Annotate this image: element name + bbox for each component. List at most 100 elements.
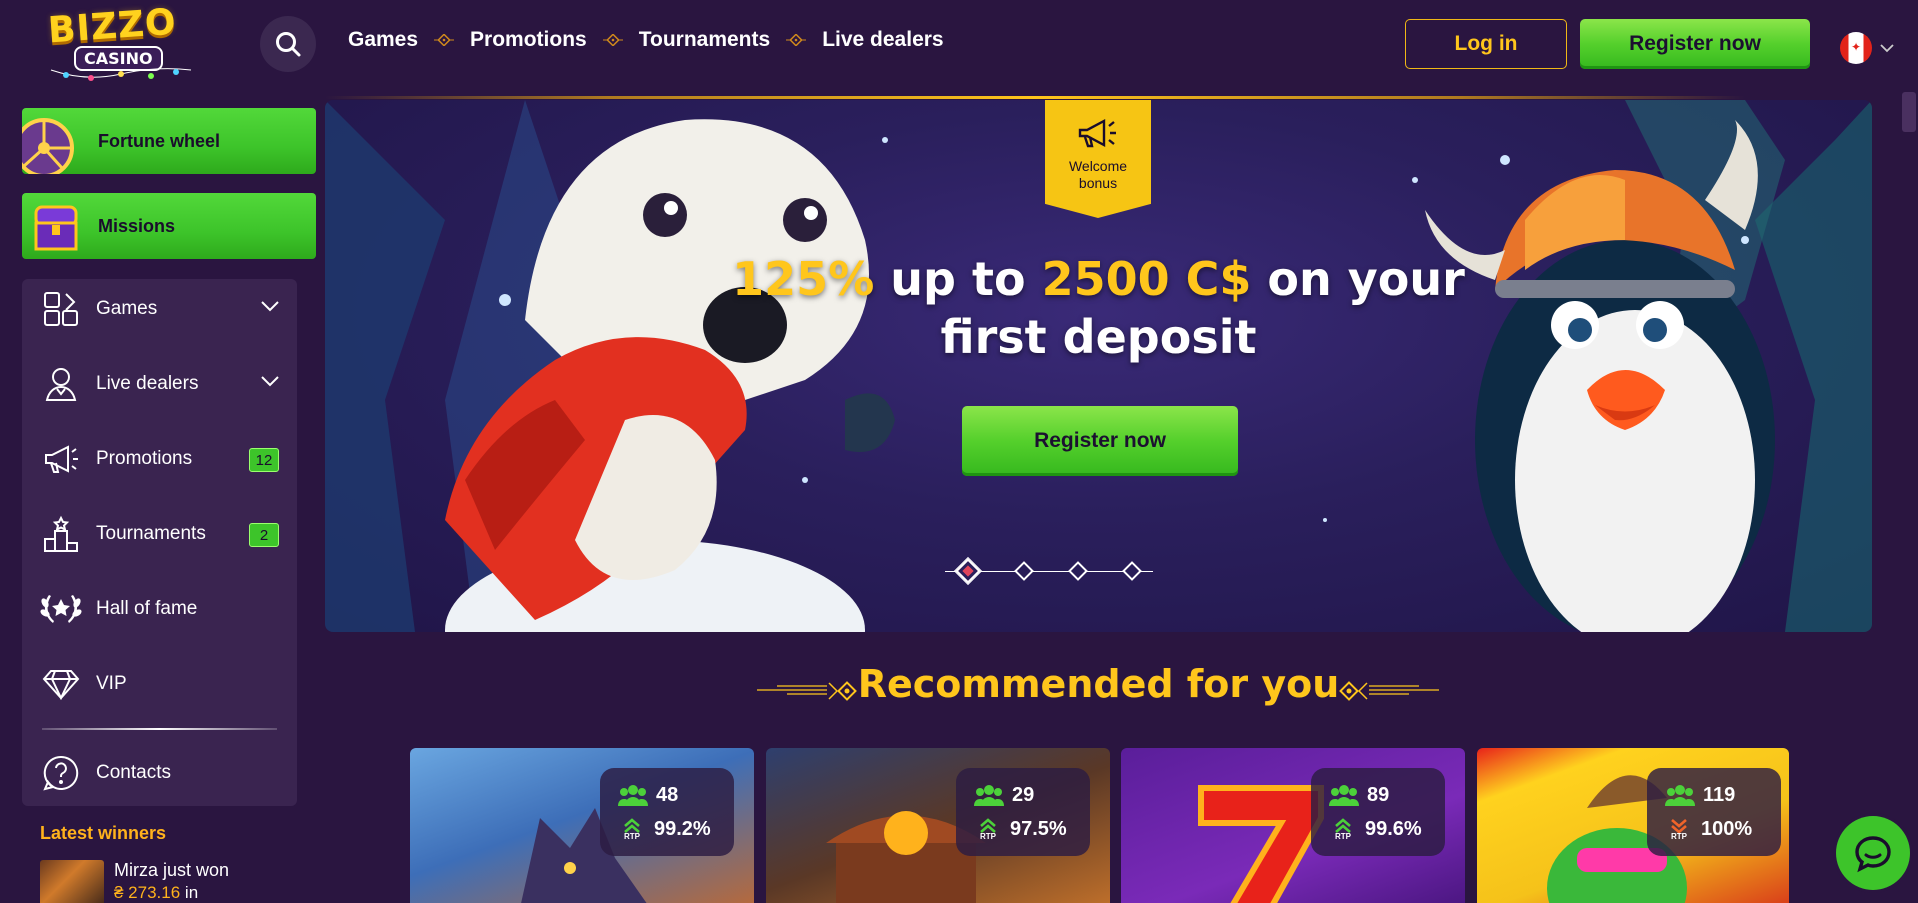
missions-label: Missions — [98, 215, 176, 236]
rtp-up-icon: RTP — [1329, 817, 1357, 841]
nav-tournaments[interactable]: Tournaments — [639, 28, 770, 52]
laurel-icon — [38, 589, 84, 629]
sidebar-divider — [42, 728, 277, 730]
sidebar-item-label: Games — [96, 298, 158, 319]
canada-flag-icon: ✦ — [1840, 32, 1872, 64]
rtp-value: 97.5% — [1010, 817, 1067, 840]
search-button[interactable] — [260, 16, 316, 72]
game-stats: 89 RTP 99.6% — [1311, 768, 1445, 856]
language-selector[interactable]: ✦ — [1840, 32, 1894, 64]
game-tile-4[interactable]: 119 RTP 100% — [1477, 748, 1789, 903]
players-count: 89 — [1367, 783, 1390, 806]
sidebar-item-vip[interactable]: VIP — [22, 654, 297, 714]
sidebar-item-label: Tournaments — [96, 523, 206, 544]
game-stats: 29 RTP 97.5% — [956, 768, 1090, 856]
players-count: 29 — [1012, 783, 1035, 806]
logo-text: BIZZO — [46, 1, 178, 52]
hero-rest-1: on your — [1251, 252, 1465, 306]
sidebar-item-label: Promotions — [96, 448, 193, 469]
players-icon — [618, 785, 648, 806]
rtp-up-icon: RTP — [618, 817, 646, 841]
players-icon — [974, 785, 1004, 806]
nav-promotions[interactable]: Promotions — [470, 28, 587, 52]
nav-separator-icon — [770, 34, 822, 46]
rtp-up-icon: RTP — [974, 817, 1002, 841]
podium-icon — [38, 515, 84, 553]
missions-button[interactable]: Missions — [22, 193, 316, 259]
game-tile-1[interactable]: 48 RTP 99.2% — [410, 748, 754, 903]
ornament-right-icon — [1339, 681, 1439, 701]
game-stats: 119 RTP 100% — [1647, 768, 1781, 856]
slide-dot-4[interactable] — [1122, 561, 1142, 581]
winner-suffix: in — [180, 883, 199, 902]
tournaments-count-badge: 2 — [249, 523, 279, 547]
fortune-wheel-label: Fortune wheel — [98, 130, 221, 151]
chevron-down-icon — [1880, 43, 1894, 52]
game-tile-3[interactable]: 89 RTP 99.6% — [1121, 748, 1465, 903]
bizzo-casino-logo[interactable]: BIZZO CASINO — [36, 1, 196, 84]
players-icon — [1665, 785, 1695, 806]
sidebar-item-games[interactable]: Games — [22, 279, 297, 339]
latest-winner-item[interactable]: Mirza just won ₴ 273.16 in — [40, 860, 229, 903]
fortune-wheel-icon — [22, 108, 84, 174]
hero-headline: 125% up to 2500 C$ on your first deposit — [655, 250, 1542, 366]
slide-dot-3[interactable] — [1068, 561, 1088, 581]
winner-game-thumbnail — [40, 860, 104, 903]
search-icon — [276, 32, 301, 57]
slider-dots — [945, 556, 1153, 586]
nav-separator-icon — [418, 34, 470, 46]
sidebar-item-label: Hall of fame — [96, 598, 198, 619]
game-tile-2[interactable]: 29 RTP 97.5% — [766, 748, 1110, 903]
nav-separator-icon — [587, 34, 639, 46]
hero-mid: up to — [874, 252, 1042, 306]
chevron-down-icon[interactable] — [261, 376, 279, 387]
sidebar-item-contacts[interactable]: Contacts — [22, 743, 297, 803]
puzzle-icon — [38, 290, 84, 328]
hero-percent: 125% — [732, 252, 875, 306]
sidebar-item-tournaments[interactable]: Tournaments 2 — [22, 504, 297, 564]
hero-register-button[interactable]: Register now — [962, 406, 1238, 476]
welcome-bonus-banner[interactable]: Welcome bonus 125% up to 2500 C$ on your… — [325, 100, 1872, 632]
recommended-title: Recommended for you — [857, 662, 1340, 706]
sidebar-item-promotions[interactable]: Promotions 12 — [22, 429, 297, 489]
login-button[interactable]: Log in — [1405, 19, 1567, 69]
chevron-down-icon[interactable] — [261, 301, 279, 312]
winner-amount-line: ₴ 273.16 in — [114, 883, 229, 903]
sidebar-item-live-dealers[interactable]: Live dealers — [22, 354, 297, 414]
sidebar-item-label: VIP — [96, 673, 127, 694]
sidebar-item-label: Live dealers — [96, 373, 199, 394]
sidebar-menu: Games Live dealers Promotions 12 Tournam… — [22, 279, 297, 806]
live-chat-button[interactable] — [1836, 816, 1910, 890]
page-scrollbar[interactable] — [1902, 92, 1916, 132]
diamond-icon — [38, 668, 84, 700]
hero-amount: 2500 C$ — [1041, 252, 1252, 306]
main-nav: Games Promotions Tournaments Live dealer… — [348, 28, 944, 52]
register-button[interactable]: Register now — [1580, 19, 1810, 69]
rtp-value: 100% — [1701, 817, 1753, 840]
nav-games[interactable]: Games — [348, 28, 418, 52]
winner-name: Mirza just won — [114, 860, 230, 880]
slide-dot-2[interactable] — [1014, 561, 1034, 581]
logo-lights-icon — [50, 68, 192, 81]
sidebar-item-label: Contacts — [96, 762, 171, 783]
players-count: 48 — [656, 783, 679, 806]
nav-live-dealers[interactable]: Live dealers — [822, 28, 943, 52]
promotions-count-badge: 12 — [249, 448, 279, 472]
winner-amount: ₴ 273.16 — [114, 883, 181, 902]
latest-winners-title: Latest winners — [40, 823, 167, 843]
treasure-chest-icon — [22, 193, 84, 259]
players-icon — [1329, 785, 1359, 806]
hero-top-line — [325, 96, 1745, 99]
megaphone-icon — [1078, 119, 1116, 148]
game-stats: 48 RTP 99.2% — [600, 768, 734, 856]
chat-bubble-icon — [1855, 836, 1891, 873]
hero-rest-2: first deposit — [940, 310, 1257, 364]
help-icon — [38, 754, 84, 792]
welcome-bonus-label: Welcome bonus — [1068, 158, 1128, 191]
sidebar-item-hall-of-fame[interactable]: Hall of fame — [22, 579, 297, 639]
rtp-value: 99.2% — [654, 817, 711, 840]
slide-dot-1[interactable] — [953, 556, 983, 586]
fortune-wheel-button[interactable]: Fortune wheel — [22, 108, 316, 174]
dealer-icon — [38, 365, 84, 403]
top-bar: BIZZO CASINO Games Promotions Tournament… — [0, 0, 1918, 88]
